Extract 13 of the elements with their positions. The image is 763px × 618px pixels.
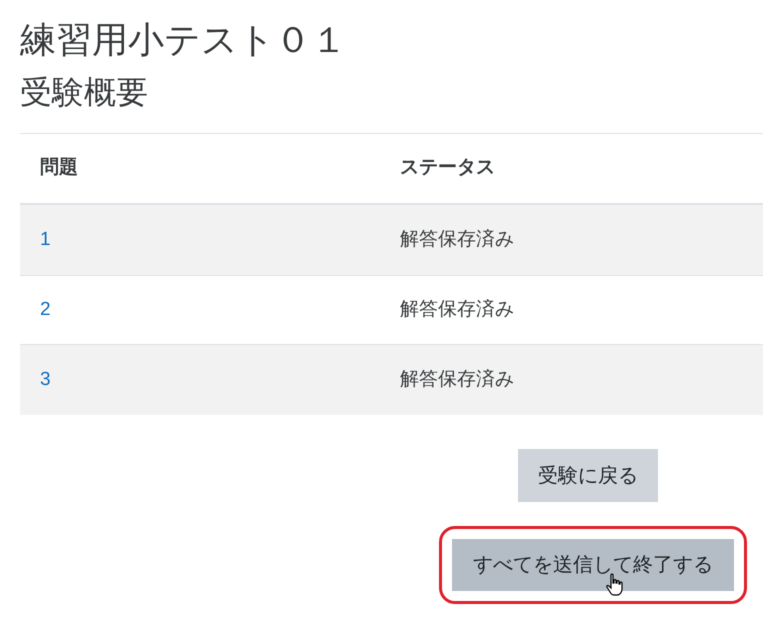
section-heading: 受験概要 — [20, 73, 148, 112]
column-header: ステータス — [400, 157, 495, 178]
hand-cursor-icon — [606, 573, 624, 597]
column-header: 問題 — [40, 157, 78, 178]
return-button[interactable]: 受験に戻る — [518, 449, 658, 502]
status-cell: 解答保存済み — [400, 228, 514, 250]
question-link[interactable]: 1 — [40, 228, 51, 250]
question-link[interactable]: 2 — [40, 298, 51, 320]
status-cell: 解答保存済み — [400, 298, 514, 320]
page-title: 練習用小テスト０１ — [20, 18, 347, 62]
submit-button[interactable]: すべてを送信して終了する — [452, 539, 734, 591]
question-link[interactable]: 3 — [40, 368, 51, 390]
status-cell: 解答保存済み — [400, 368, 514, 390]
